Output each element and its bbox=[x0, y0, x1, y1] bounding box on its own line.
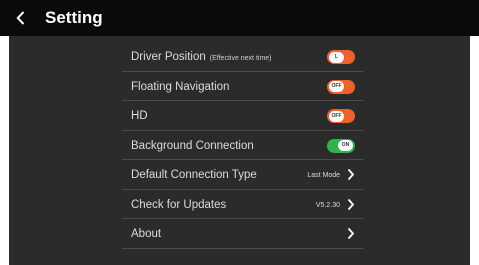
setting-floating-navigation[interactable]: Floating Navigation OFF bbox=[122, 72, 364, 101]
page-title: Setting bbox=[45, 8, 103, 27]
setting-driver-position[interactable]: Driver Position (Effective next time) L bbox=[122, 42, 364, 72]
setting-value: Last Mode bbox=[307, 172, 340, 179]
toggle-knob: L bbox=[329, 51, 344, 63]
hd-toggle[interactable]: OFF bbox=[327, 109, 355, 123]
setting-sublabel: (Effective next time) bbox=[209, 55, 272, 62]
setting-hd[interactable]: HD OFF bbox=[122, 101, 364, 131]
toggle-knob: OFF bbox=[329, 81, 344, 92]
chevron-right-icon bbox=[347, 227, 355, 240]
back-button[interactable] bbox=[10, 4, 30, 32]
setting-default-connection-type[interactable]: Default Connection Type Last Mode bbox=[122, 160, 364, 190]
setting-label: Check for Updates bbox=[131, 198, 227, 211]
floating-navigation-toggle[interactable]: OFF bbox=[327, 79, 355, 94]
setting-label: Driver Position (Effective next time) bbox=[131, 51, 272, 63]
settings-screen: Setting Driver Position (Effective next t… bbox=[0, 0, 479, 265]
setting-label: Background Connection bbox=[131, 139, 254, 152]
toggle-knob: OFF bbox=[329, 110, 344, 122]
settings-list: Driver Position (Effective next time) L F… bbox=[122, 42, 364, 249]
setting-label: About bbox=[131, 228, 162, 240]
top-bar: Setting bbox=[0, 0, 479, 36]
chevron-right-icon bbox=[347, 168, 355, 181]
chevron-right-icon bbox=[347, 198, 355, 210]
setting-background-connection[interactable]: Background Connection ON bbox=[122, 131, 364, 160]
background-connection-toggle[interactable]: ON bbox=[327, 138, 355, 153]
setting-label: Floating Navigation bbox=[131, 80, 230, 93]
setting-about[interactable]: About bbox=[122, 219, 364, 249]
version-value: V5.2.30 bbox=[315, 201, 340, 209]
right-edge-strip bbox=[470, 36, 479, 265]
toggle-knob: ON bbox=[338, 140, 353, 151]
left-edge-strip bbox=[0, 36, 9, 265]
driver-position-toggle[interactable]: L bbox=[327, 50, 355, 64]
chevron-left-icon bbox=[15, 11, 24, 25]
setting-check-for-updates[interactable]: Check for Updates V5.2.30 bbox=[122, 190, 364, 219]
setting-label: Default Connection Type bbox=[131, 169, 257, 181]
setting-label: HD bbox=[131, 110, 148, 122]
